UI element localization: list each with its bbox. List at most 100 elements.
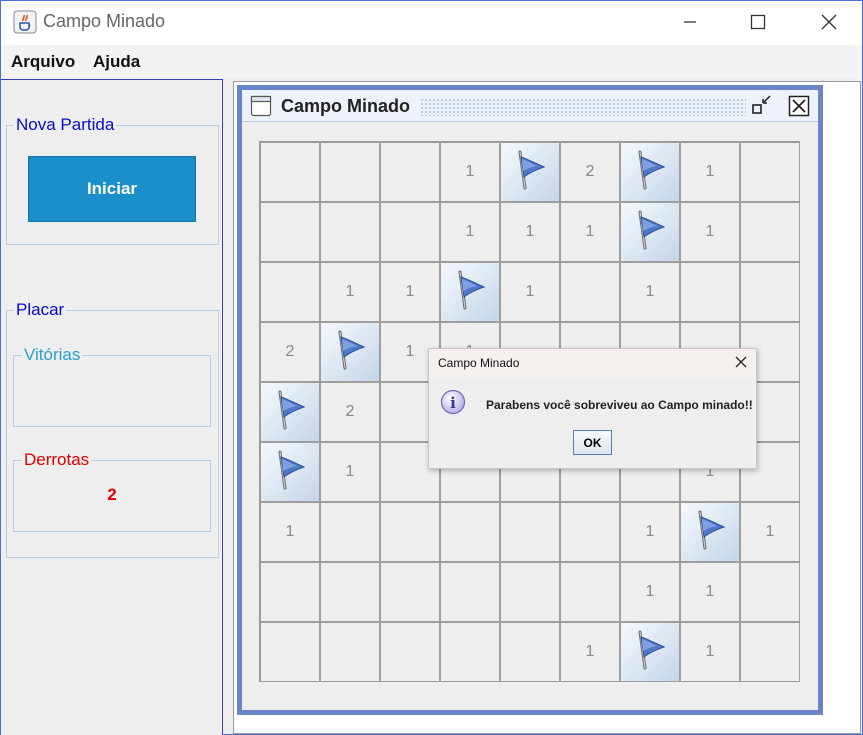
frame-icon xyxy=(250,95,272,122)
flag-icon xyxy=(633,148,667,197)
board-cell[interactable] xyxy=(260,202,320,262)
board-cell[interactable]: 2 xyxy=(560,142,620,202)
flag-icon xyxy=(453,268,487,317)
board-cell[interactable] xyxy=(440,562,500,622)
close-icon[interactable] xyxy=(788,95,810,122)
board-cell[interactable] xyxy=(560,502,620,562)
board-cell[interactable] xyxy=(560,262,620,322)
maximize-icon[interactable] xyxy=(745,9,771,35)
board-cell[interactable] xyxy=(380,202,440,262)
board-cell[interactable] xyxy=(320,142,380,202)
board-cell[interactable] xyxy=(740,262,800,322)
board-cell[interactable]: 1 xyxy=(620,502,680,562)
board-cell[interactable]: 1 xyxy=(380,262,440,322)
board-cell[interactable]: 2 xyxy=(320,382,380,442)
board-cell[interactable] xyxy=(500,622,560,682)
dialog-titlebar[interactable]: Campo Minado xyxy=(429,349,756,378)
flag-icon xyxy=(273,388,307,437)
flagged-cell[interactable] xyxy=(500,142,560,202)
board-cell[interactable]: 1 xyxy=(260,502,320,562)
board-cell[interactable] xyxy=(380,502,440,562)
board-cell[interactable]: 1 xyxy=(560,202,620,262)
iconify-icon[interactable] xyxy=(751,94,773,121)
board-cell[interactable] xyxy=(440,622,500,682)
board-cell[interactable] xyxy=(680,262,740,322)
board-cell[interactable] xyxy=(440,502,500,562)
game-frame-title: Campo Minado xyxy=(281,96,410,116)
flagged-cell[interactable] xyxy=(260,442,320,502)
title-bar[interactable]: Campo Minado xyxy=(1,1,862,45)
ok-button[interactable]: OK xyxy=(573,430,612,455)
flagged-cell[interactable] xyxy=(320,322,380,382)
board-cell[interactable]: 1 xyxy=(320,442,380,502)
info-icon: i xyxy=(440,389,466,420)
board-cell[interactable] xyxy=(320,202,380,262)
flagged-cell[interactable] xyxy=(440,262,500,322)
vitorias-group: Vitórias xyxy=(13,345,211,427)
board-cell[interactable]: 1 xyxy=(680,622,740,682)
flagged-cell[interactable] xyxy=(680,502,740,562)
board-cell[interactable]: 1 xyxy=(440,202,500,262)
board-cell[interactable] xyxy=(740,202,800,262)
svg-text:i: i xyxy=(450,394,456,412)
board-cell[interactable]: 1 xyxy=(440,142,500,202)
flag-icon xyxy=(513,148,547,197)
flagged-cell[interactable] xyxy=(620,622,680,682)
flagged-cell[interactable] xyxy=(620,202,680,262)
game-frame-titlebar[interactable]: Campo Minado xyxy=(242,90,818,122)
flag-icon xyxy=(633,628,667,677)
board-cell[interactable] xyxy=(740,562,800,622)
board-cell[interactable] xyxy=(380,562,440,622)
board-cell[interactable]: 1 xyxy=(740,502,800,562)
menu-bar: Arquivo Ajuda xyxy=(1,45,862,79)
message-dialog: Campo Minado i Parabens você sobreviveu … xyxy=(428,348,757,469)
board-cell[interactable] xyxy=(320,622,380,682)
window-title: Campo Minado xyxy=(43,11,166,31)
main-window: Campo Minado Arquivo Ajuda Nova Partida … xyxy=(0,0,863,735)
board-cell[interactable]: 1 xyxy=(620,262,680,322)
board-cell[interactable]: 1 xyxy=(680,562,740,622)
dialog-message: Parabens você sobreviveu ao Campo minado… xyxy=(486,398,753,412)
board-cell[interactable] xyxy=(260,562,320,622)
flag-icon xyxy=(633,208,667,257)
board-cell[interactable]: 1 xyxy=(320,262,380,322)
board-cell[interactable]: 1 xyxy=(680,142,740,202)
close-icon[interactable] xyxy=(734,355,748,374)
board-cell[interactable]: 1 xyxy=(500,202,560,262)
board-cell[interactable] xyxy=(560,562,620,622)
java-cup-icon xyxy=(13,10,37,34)
board-cell[interactable] xyxy=(500,502,560,562)
nova-partida-legend: Nova Partida xyxy=(14,115,117,135)
board-cell[interactable]: 1 xyxy=(500,262,560,322)
derrotas-group: Derrotas 2 xyxy=(13,450,211,532)
board-cell[interactable]: 2 xyxy=(260,322,320,382)
board-cell[interactable] xyxy=(320,562,380,622)
iniciar-button[interactable]: Iniciar xyxy=(28,156,196,222)
board-cell[interactable] xyxy=(740,142,800,202)
board-cell[interactable] xyxy=(260,262,320,322)
board-cell[interactable]: 1 xyxy=(620,562,680,622)
derrotas-legend: Derrotas xyxy=(22,450,92,470)
board-cell[interactable]: 1 xyxy=(560,622,620,682)
flag-icon xyxy=(333,328,367,377)
minimize-icon[interactable] xyxy=(677,9,703,35)
board-cell[interactable] xyxy=(380,622,440,682)
menu-ajuda[interactable]: Ajuda xyxy=(93,52,140,72)
derrotas-value: 2 xyxy=(107,485,117,504)
flagged-cell[interactable] xyxy=(260,382,320,442)
flagged-cell[interactable] xyxy=(620,142,680,202)
dialog-title: Campo Minado xyxy=(438,356,520,370)
board-cell[interactable] xyxy=(500,562,560,622)
board-cell[interactable] xyxy=(260,622,320,682)
title-texture xyxy=(420,98,746,116)
menu-arquivo[interactable]: Arquivo xyxy=(11,52,75,72)
flag-icon xyxy=(693,508,727,557)
placar-group: Placar Vitórias Derrotas 2 xyxy=(6,300,219,558)
close-icon[interactable] xyxy=(816,9,842,35)
board-cell[interactable] xyxy=(380,142,440,202)
board-cell[interactable] xyxy=(260,142,320,202)
placar-legend: Placar xyxy=(14,300,67,320)
board-cell[interactable] xyxy=(740,622,800,682)
board-cell[interactable] xyxy=(320,502,380,562)
board-cell[interactable]: 1 xyxy=(680,202,740,262)
